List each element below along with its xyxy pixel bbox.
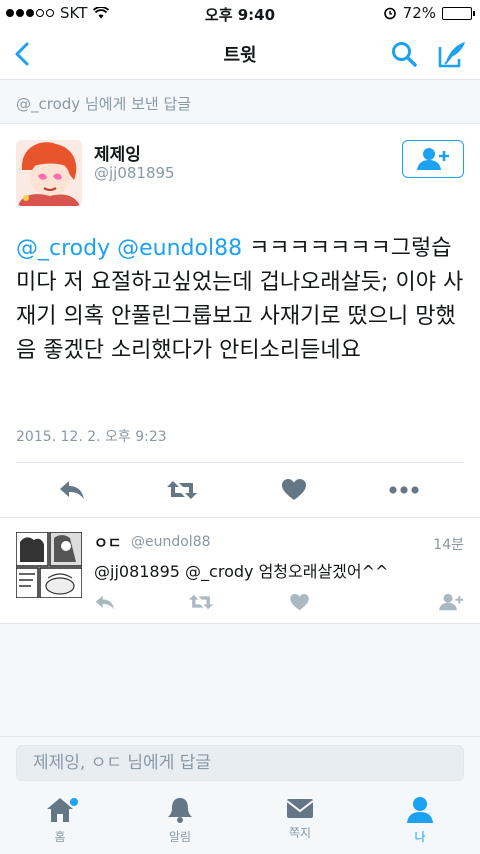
reply-author-avatar[interactable] <box>16 532 82 598</box>
tab-me[interactable]: 나 <box>380 796 460 850</box>
reply-composer <box>0 736 480 788</box>
tab-notifications[interactable]: 알림 <box>140 796 220 850</box>
retweet-button[interactable] <box>166 476 198 504</box>
reply-context-label: @_crody 님에게 보낸 답글 <box>0 81 480 124</box>
reply-follow-button[interactable] <box>438 590 464 614</box>
reply-button[interactable] <box>56 476 88 504</box>
reply-author-name[interactable]: ㅇㄷ <box>94 532 122 553</box>
envelope-icon <box>286 799 314 818</box>
search-icon <box>392 42 417 67</box>
alarm-clock-icon <box>383 7 396 20</box>
reply-retweet-button[interactable] <box>188 590 214 614</box>
search-button[interactable] <box>386 36 422 72</box>
retweet-icon <box>189 594 213 610</box>
reply-author-handle[interactable]: @eundol88 <box>131 534 211 550</box>
tab-label: 쪽지 <box>288 826 312 840</box>
person-icon <box>407 797 433 823</box>
mention-link[interactable]: @_crody <box>16 236 110 261</box>
reply-tweet[interactable]: ㅇㄷ @eundol88 14분 @jj081895 @_crody 엄청오래살… <box>0 518 480 624</box>
more-dots-icon <box>389 486 419 494</box>
tweet-timestamp: 2015. 12. 2. 오후 9:23 <box>16 429 167 445</box>
tab-label: 나 <box>414 830 426 844</box>
tab-home[interactable]: 홈 <box>20 796 100 850</box>
bell-icon <box>168 798 192 823</box>
reply-reply-button[interactable] <box>92 590 118 614</box>
tweet-body: @_crody @eundol88 ㅋㅋㅋㅋㅋㅋㅋ그렇습미다 저 요절하고싶었는… <box>16 232 468 368</box>
mention-link[interactable]: @eundol88 <box>117 236 242 261</box>
avatar-illustration <box>16 140 82 206</box>
battery-icon <box>442 6 475 20</box>
retweet-icon <box>167 481 197 499</box>
status-right: 72% <box>383 4 475 22</box>
like-button[interactable] <box>278 476 310 504</box>
battery-percent: 72% <box>402 4 436 22</box>
reply-timestamp: 14분 <box>433 537 464 553</box>
tweet-detail: 제제잉 @jj081895 @_crody @eundol88 ㅋㅋㅋㅋㅋㅋㅋ그… <box>0 124 480 518</box>
heart-icon <box>289 593 309 610</box>
author-avatar[interactable] <box>16 140 82 206</box>
compose-tweet-button[interactable] <box>434 36 470 72</box>
manga-panel-illustration <box>16 532 82 598</box>
add-person-icon <box>439 593 463 611</box>
author-handle[interactable]: @jj081895 <box>94 164 175 182</box>
tab-bar: 홈 알림 쪽지 나 <box>0 788 480 854</box>
heart-icon <box>282 479 306 500</box>
follow-button[interactable] <box>402 140 464 178</box>
reply-input[interactable] <box>16 745 464 781</box>
navigation-bar: 트윗 <box>0 28 480 80</box>
divider <box>16 462 464 463</box>
status-bar: SKT 오후 9:40 72% <box>0 0 480 28</box>
tab-messages[interactable]: 쪽지 <box>260 796 340 850</box>
compose-quill-icon <box>438 42 465 68</box>
author-name[interactable]: 제제잉 <box>94 140 141 165</box>
reply-arrow-icon <box>60 481 84 499</box>
reply-like-button[interactable] <box>286 590 312 614</box>
tweet-actions <box>0 472 480 508</box>
tab-label: 알림 <box>168 830 192 844</box>
new-content-indicator <box>70 798 78 806</box>
add-person-icon <box>417 148 449 170</box>
reply-text: @jj081895 @_crody 엄청오래살겠어^^ <box>94 562 389 581</box>
more-options-button[interactable] <box>388 476 420 504</box>
tab-label: 홈 <box>54 830 66 844</box>
reply-arrow-icon <box>95 595 115 609</box>
reply-actions <box>0 590 480 618</box>
